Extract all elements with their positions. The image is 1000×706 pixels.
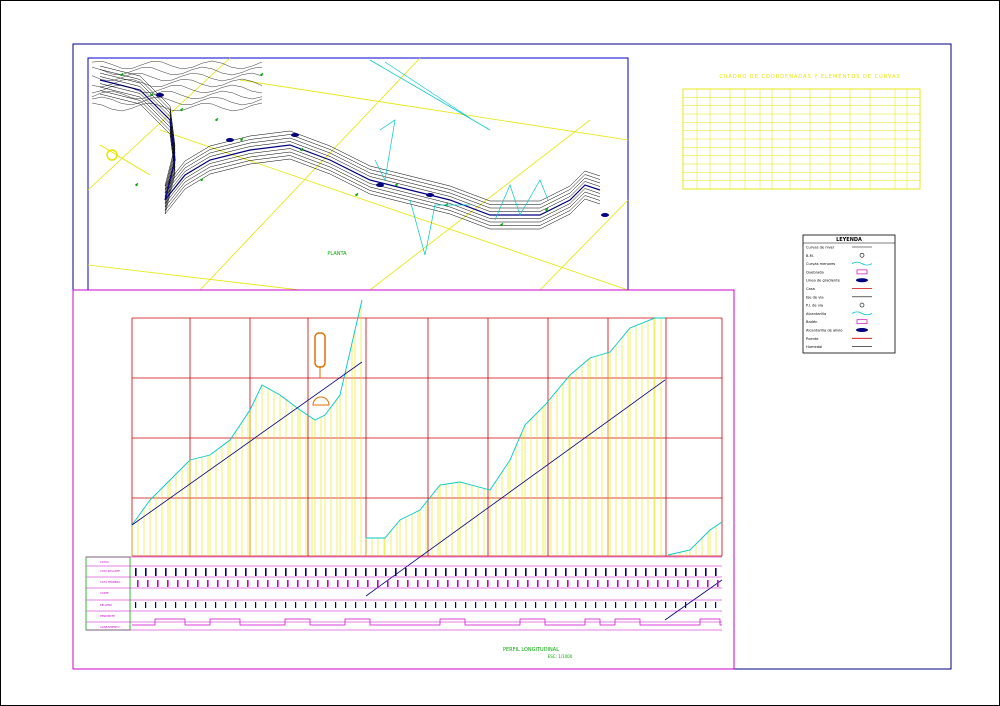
cad-drawing: PLANTA LEYENDA Curvas de nivel B.M. Curvas… [0,0,1000,706]
plan-label: PLANTA [327,251,347,257]
legend: LEYENDA Curvas de nivel B.M. Curvas menore… [802,234,896,354]
band-row-label: CORTE [100,591,109,595]
plan-view: PLANTA [87,57,629,291]
ground-profile [131,299,723,621]
legend-label: Puente [806,337,819,341]
legend-label: Eje de via [806,295,824,299]
profile-view: COTAS COTA RASANTE COTA TERRENO CORTE RELLEN… [72,289,735,670]
legend-label: Alcantarilla de alivio [806,329,843,333]
band-row-label: ALINEAMIENTO [100,625,120,629]
legend-label: B.M. [806,254,814,258]
table-title: CUADRO DE COORDENADAS Y ELEMENTOS DE CUR… [719,74,901,80]
legend-label: Humedal [806,345,822,349]
legend-label: Badén [806,320,817,324]
culvert-section-icon [312,396,330,406]
band-row-label: COTAS [100,560,109,564]
band-row-label: PENDIENTE [100,614,115,618]
profile-grid [131,317,723,557]
profile-frame [72,289,735,670]
legend-label: Curvas de nivel [806,246,834,250]
legend-label: Linea de gradiente [806,279,841,283]
stream-line [369,59,491,131]
profile-scale: ESC: 1/1000 [548,654,573,659]
legend-label: Quebrada [806,270,824,274]
north-arrow-symbol [106,149,118,161]
profile-label: PERFIL LONGITUDINAL [503,647,559,653]
drawing-frame [72,43,952,670]
band-row-label: COTA RASANTE [100,569,120,573]
legend-label: P.I. de via [806,304,823,308]
gradient-line-symbol [856,278,868,283]
culvert-marker [314,332,326,368]
relief-culvert-symbol [856,328,868,332]
band-row-label: RELLENO [100,603,112,607]
legend-label: Curvas menores [806,262,835,266]
legend-label: Alcantarilla [806,312,826,316]
band-row-label: COTA TERRENO [100,580,120,584]
profile-data-band: COTAS COTA RASANTE COTA TERRENO CORTE RELLEN… [85,556,722,631]
legend-label: Casa [806,287,815,291]
legend-title: LEYENDA [836,237,862,243]
curve-table [682,88,921,190]
plan-road-alignment [91,60,609,230]
legend-box [802,234,896,354]
